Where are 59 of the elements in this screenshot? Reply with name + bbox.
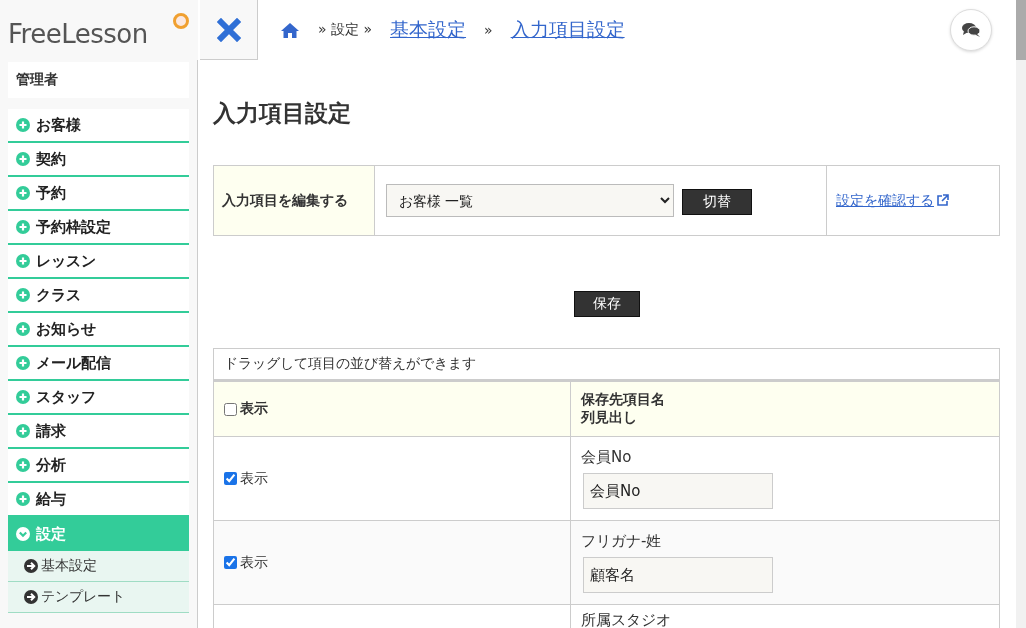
plus-circle-icon (16, 390, 30, 404)
page-title: 入力項目設定 (213, 99, 352, 128)
close-icon[interactable] (216, 17, 241, 42)
external-link-icon (936, 194, 949, 207)
sidebar-item[interactable]: スタッフ (8, 381, 189, 415)
plus-circle-icon (16, 288, 30, 302)
field-name: 所属スタジオ (581, 611, 672, 628)
plus-circle-icon (16, 254, 30, 268)
plus-circle-icon (16, 356, 30, 370)
plus-circle-icon (16, 186, 30, 200)
screen-select[interactable]: お客様 一覧 (386, 184, 674, 217)
logo-ring-icon (172, 12, 190, 30)
sidebar-item[interactable]: 給与 (8, 483, 189, 517)
plus-circle-icon (16, 152, 30, 166)
switch-button[interactable]: 切替 (682, 188, 752, 215)
sidebar-item[interactable]: メール配信 (8, 347, 189, 381)
plus-circle-icon (16, 118, 30, 132)
show-checkbox[interactable] (224, 472, 237, 485)
heading-input[interactable]: 会員No (583, 473, 773, 509)
show-label: 表示 (240, 469, 268, 488)
breadcrumb-link[interactable]: 入力項目設定 (510, 17, 625, 43)
sidebar-item[interactable]: 分析 (8, 449, 189, 483)
user-name: 管理者 (8, 62, 189, 98)
chat-bubbles-icon (961, 22, 981, 38)
plus-circle-icon (16, 220, 30, 234)
sidebar-item[interactable]: お客様 (8, 109, 189, 143)
plus-circle-icon (16, 322, 30, 336)
plus-circle-icon (16, 492, 30, 506)
breadcrumb-link[interactable]: 基本設定 (390, 17, 467, 43)
column-header: 保存先項目名 列見出し (570, 381, 1000, 437)
editor-label: 入力項目を編集する (213, 165, 375, 236)
sidebar-item[interactable]: お知らせ (8, 313, 189, 347)
breadcrumb-separator: » 設定 » (318, 21, 373, 39)
plus-circle-icon (16, 424, 30, 438)
confirm-settings-link[interactable]: 設定を確認する (836, 191, 934, 210)
sidebar-subitem[interactable]: テンプレート (8, 582, 189, 613)
show-checkbox[interactable] (224, 556, 237, 569)
arrow-right-circle-icon (24, 590, 38, 604)
sidebar-item[interactable]: 予約 (8, 177, 189, 211)
chat-button[interactable] (950, 9, 992, 51)
plus-circle-icon (16, 458, 30, 472)
sidebar-item[interactable]: レッスン (8, 245, 189, 279)
heading-input[interactable]: 顧客名 (583, 557, 773, 593)
breadcrumb-separator: » (484, 22, 493, 38)
field-name: 会員No (581, 448, 633, 467)
home-icon[interactable] (280, 21, 300, 39)
sidebar-item[interactable]: 契約 (8, 143, 189, 177)
scrollbar-thumb[interactable] (1016, 0, 1026, 60)
select-all-checkbox[interactable] (224, 402, 237, 416)
sidebar-item[interactable]: 予約枠設定 (8, 211, 189, 245)
sidebar-item[interactable]: 請求 (8, 415, 189, 449)
sidebar-item[interactable]: クラス (8, 279, 189, 313)
sidebar-subitem[interactable]: 基本設定 (8, 551, 189, 582)
arrow-right-circle-icon (24, 559, 38, 573)
chevron-down-circle-icon (16, 527, 30, 541)
column-header: 表示 (240, 400, 268, 418)
save-button[interactable]: 保存 (573, 291, 640, 317)
show-label: 表示 (240, 553, 268, 572)
field-name: フリガナ-姓 (581, 532, 663, 551)
